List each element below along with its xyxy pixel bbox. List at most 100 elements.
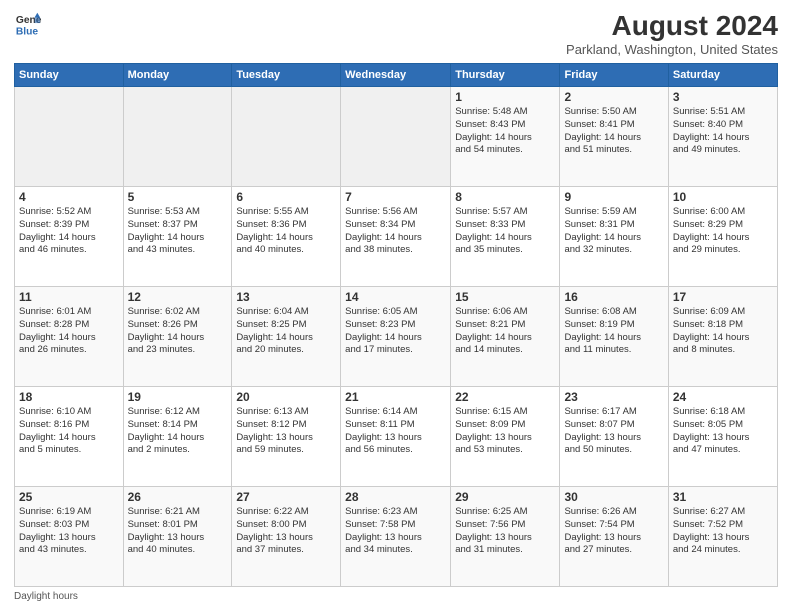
day-cell: 29 Sunrise: 6:25 AM Sunset: 7:56 PM Dayli… xyxy=(451,487,560,587)
day-info: Sunrise: 6:09 AM Sunset: 8:18 PM Dayligh… xyxy=(673,306,773,357)
day-header-saturday: Saturday xyxy=(668,64,777,87)
day-number: 16 xyxy=(564,290,663,304)
day-cell: 27Sunrise: 6:22 AM Sunset: 8:00 PM Dayli… xyxy=(232,487,341,587)
day-cell: 23 Sunrise: 6:17 AM Sunset: 8:07 PM Dayli… xyxy=(560,387,668,487)
day-cell: 25Sunrise: 6:19 AM Sunset: 8:03 PM Dayli… xyxy=(15,487,124,587)
day-info: Sunrise: 6:02 AM Sunset: 8:26 PM Dayligh… xyxy=(128,306,228,357)
day-cell: 13 Sunrise: 6:04 AM Sunset: 8:25 PM Dayli… xyxy=(232,287,341,387)
day-info: Sunrise: 6:23 AM Sunset: 7:58 PM Dayligh… xyxy=(345,506,446,557)
day-cell: 15 Sunrise: 6:06 AM Sunset: 8:21 PM Dayli… xyxy=(451,287,560,387)
main-title: August 2024 xyxy=(566,10,778,42)
day-info: Sunrise: 6:17 AM Sunset: 8:07 PM Dayligh… xyxy=(564,406,663,457)
day-info: Sunrise: 6:06 AM Sunset: 8:21 PM Dayligh… xyxy=(455,306,555,357)
day-number: 11 xyxy=(19,290,119,304)
logo: General Blue xyxy=(14,10,42,38)
day-number: 30 xyxy=(564,490,663,504)
day-number: 9 xyxy=(564,190,663,204)
day-number: 24 xyxy=(673,390,773,404)
day-number: 2 xyxy=(564,90,663,104)
day-number: 8 xyxy=(455,190,555,204)
day-cell: 22 Sunrise: 6:15 AM Sunset: 8:09 PM Dayli… xyxy=(451,387,560,487)
day-cell: 2 Sunrise: 5:50 AM Sunset: 8:41 PM Daylig… xyxy=(560,87,668,187)
day-cell: 26Sunrise: 6:21 AM Sunset: 8:01 PM Dayli… xyxy=(123,487,232,587)
day-cell: 21Sunrise: 6:14 AM Sunset: 8:11 PM Dayli… xyxy=(341,387,451,487)
day-number: 31 xyxy=(673,490,773,504)
day-info: Sunrise: 6:26 AM Sunset: 7:54 PM Dayligh… xyxy=(564,506,663,557)
day-info: Sunrise: 6:04 AM Sunset: 8:25 PM Dayligh… xyxy=(236,306,336,357)
week-row-2: 4Sunrise: 5:52 AM Sunset: 8:39 PM Daylig… xyxy=(15,187,778,287)
day-header-thursday: Thursday xyxy=(451,64,560,87)
day-info: Sunrise: 6:21 AM Sunset: 8:01 PM Dayligh… xyxy=(128,506,228,557)
day-cell: 10Sunrise: 6:00 AM Sunset: 8:29 PM Dayli… xyxy=(668,187,777,287)
day-cell: 4Sunrise: 5:52 AM Sunset: 8:39 PM Daylig… xyxy=(15,187,124,287)
day-header-wednesday: Wednesday xyxy=(341,64,451,87)
day-cell: 12 Sunrise: 6:02 AM Sunset: 8:26 PM Dayli… xyxy=(123,287,232,387)
day-cell xyxy=(123,87,232,187)
day-info: Sunrise: 5:55 AM Sunset: 8:36 PM Dayligh… xyxy=(236,206,336,257)
svg-text:Blue: Blue xyxy=(16,26,39,37)
day-cell: 1 Sunrise: 5:48 AM Sunset: 8:43 PM Daylig… xyxy=(451,87,560,187)
day-cell: 31 Sunrise: 6:27 AM Sunset: 7:52 PM Dayli… xyxy=(668,487,777,587)
day-info: Sunrise: 6:19 AM Sunset: 8:03 PM Dayligh… xyxy=(19,506,119,557)
day-cell: 14 Sunrise: 6:05 AM Sunset: 8:23 PM Dayli… xyxy=(341,287,451,387)
day-info: Sunrise: 6:27 AM Sunset: 7:52 PM Dayligh… xyxy=(673,506,773,557)
day-number: 28 xyxy=(345,490,446,504)
day-info: Sunrise: 5:52 AM Sunset: 8:39 PM Dayligh… xyxy=(19,206,119,257)
day-info: Sunrise: 5:57 AM Sunset: 8:33 PM Dayligh… xyxy=(455,206,555,257)
day-header-friday: Friday xyxy=(560,64,668,87)
day-cell xyxy=(15,87,124,187)
day-number: 1 xyxy=(455,90,555,104)
logo-icon: General Blue xyxy=(14,10,42,38)
day-number: 15 xyxy=(455,290,555,304)
day-info: Sunrise: 5:51 AM Sunset: 8:40 PM Dayligh… xyxy=(673,106,773,157)
day-cell: 18Sunrise: 6:10 AM Sunset: 8:16 PM Dayli… xyxy=(15,387,124,487)
day-number: 6 xyxy=(236,190,336,204)
week-row-3: 11 Sunrise: 6:01 AM Sunset: 8:28 PM Dayli… xyxy=(15,287,778,387)
day-info: Sunrise: 5:48 AM Sunset: 8:43 PM Dayligh… xyxy=(455,106,555,157)
day-number: 21 xyxy=(345,390,446,404)
day-info: Sunrise: 5:53 AM Sunset: 8:37 PM Dayligh… xyxy=(128,206,228,257)
day-info: Sunrise: 6:15 AM Sunset: 8:09 PM Dayligh… xyxy=(455,406,555,457)
day-number: 19 xyxy=(128,390,228,404)
day-cell: 3 Sunrise: 5:51 AM Sunset: 8:40 PM Daylig… xyxy=(668,87,777,187)
day-header-tuesday: Tuesday xyxy=(232,64,341,87)
day-cell xyxy=(341,87,451,187)
day-cell: 17Sunrise: 6:09 AM Sunset: 8:18 PM Dayli… xyxy=(668,287,777,387)
week-row-1: 1 Sunrise: 5:48 AM Sunset: 8:43 PM Daylig… xyxy=(15,87,778,187)
day-number: 14 xyxy=(345,290,446,304)
day-info: Sunrise: 6:08 AM Sunset: 8:19 PM Dayligh… xyxy=(564,306,663,357)
day-info: Sunrise: 6:00 AM Sunset: 8:29 PM Dayligh… xyxy=(673,206,773,257)
title-block: August 2024 Parkland, Washington, United… xyxy=(566,10,778,57)
day-number: 13 xyxy=(236,290,336,304)
day-cell: 20 Sunrise: 6:13 AM Sunset: 8:12 PM Dayli… xyxy=(232,387,341,487)
day-number: 22 xyxy=(455,390,555,404)
day-cell: 9 Sunrise: 5:59 AM Sunset: 8:31 PM Daylig… xyxy=(560,187,668,287)
header: General Blue August 2024 Parkland, Washi… xyxy=(14,10,778,57)
calendar-table: SundayMondayTuesdayWednesdayThursdayFrid… xyxy=(14,63,778,587)
day-number: 29 xyxy=(455,490,555,504)
day-info: Sunrise: 5:56 AM Sunset: 8:34 PM Dayligh… xyxy=(345,206,446,257)
day-number: 12 xyxy=(128,290,228,304)
day-header-monday: Monday xyxy=(123,64,232,87)
day-number: 23 xyxy=(564,390,663,404)
day-number: 7 xyxy=(345,190,446,204)
day-info: Sunrise: 6:25 AM Sunset: 7:56 PM Dayligh… xyxy=(455,506,555,557)
day-cell: 7 Sunrise: 5:56 AM Sunset: 8:34 PM Daylig… xyxy=(341,187,451,287)
day-info: Sunrise: 6:05 AM Sunset: 8:23 PM Dayligh… xyxy=(345,306,446,357)
day-cell: 11 Sunrise: 6:01 AM Sunset: 8:28 PM Dayli… xyxy=(15,287,124,387)
day-info: Sunrise: 6:10 AM Sunset: 8:16 PM Dayligh… xyxy=(19,406,119,457)
day-number: 3 xyxy=(673,90,773,104)
day-cell: 28 Sunrise: 6:23 AM Sunset: 7:58 PM Dayli… xyxy=(341,487,451,587)
day-cell: 6 Sunrise: 5:55 AM Sunset: 8:36 PM Daylig… xyxy=(232,187,341,287)
footer-note: Daylight hours xyxy=(14,591,778,602)
day-cell xyxy=(232,87,341,187)
day-cell: 30 Sunrise: 6:26 AM Sunset: 7:54 PM Dayli… xyxy=(560,487,668,587)
day-info: Sunrise: 6:13 AM Sunset: 8:12 PM Dayligh… xyxy=(236,406,336,457)
day-info: Sunrise: 6:12 AM Sunset: 8:14 PM Dayligh… xyxy=(128,406,228,457)
day-info: Sunrise: 6:01 AM Sunset: 8:28 PM Dayligh… xyxy=(19,306,119,357)
day-info: Sunrise: 5:59 AM Sunset: 8:31 PM Dayligh… xyxy=(564,206,663,257)
day-cell: 5Sunrise: 5:53 AM Sunset: 8:37 PM Daylig… xyxy=(123,187,232,287)
day-cell: 16 Sunrise: 6:08 AM Sunset: 8:19 PM Dayli… xyxy=(560,287,668,387)
day-number: 20 xyxy=(236,390,336,404)
day-info: Sunrise: 5:50 AM Sunset: 8:41 PM Dayligh… xyxy=(564,106,663,157)
